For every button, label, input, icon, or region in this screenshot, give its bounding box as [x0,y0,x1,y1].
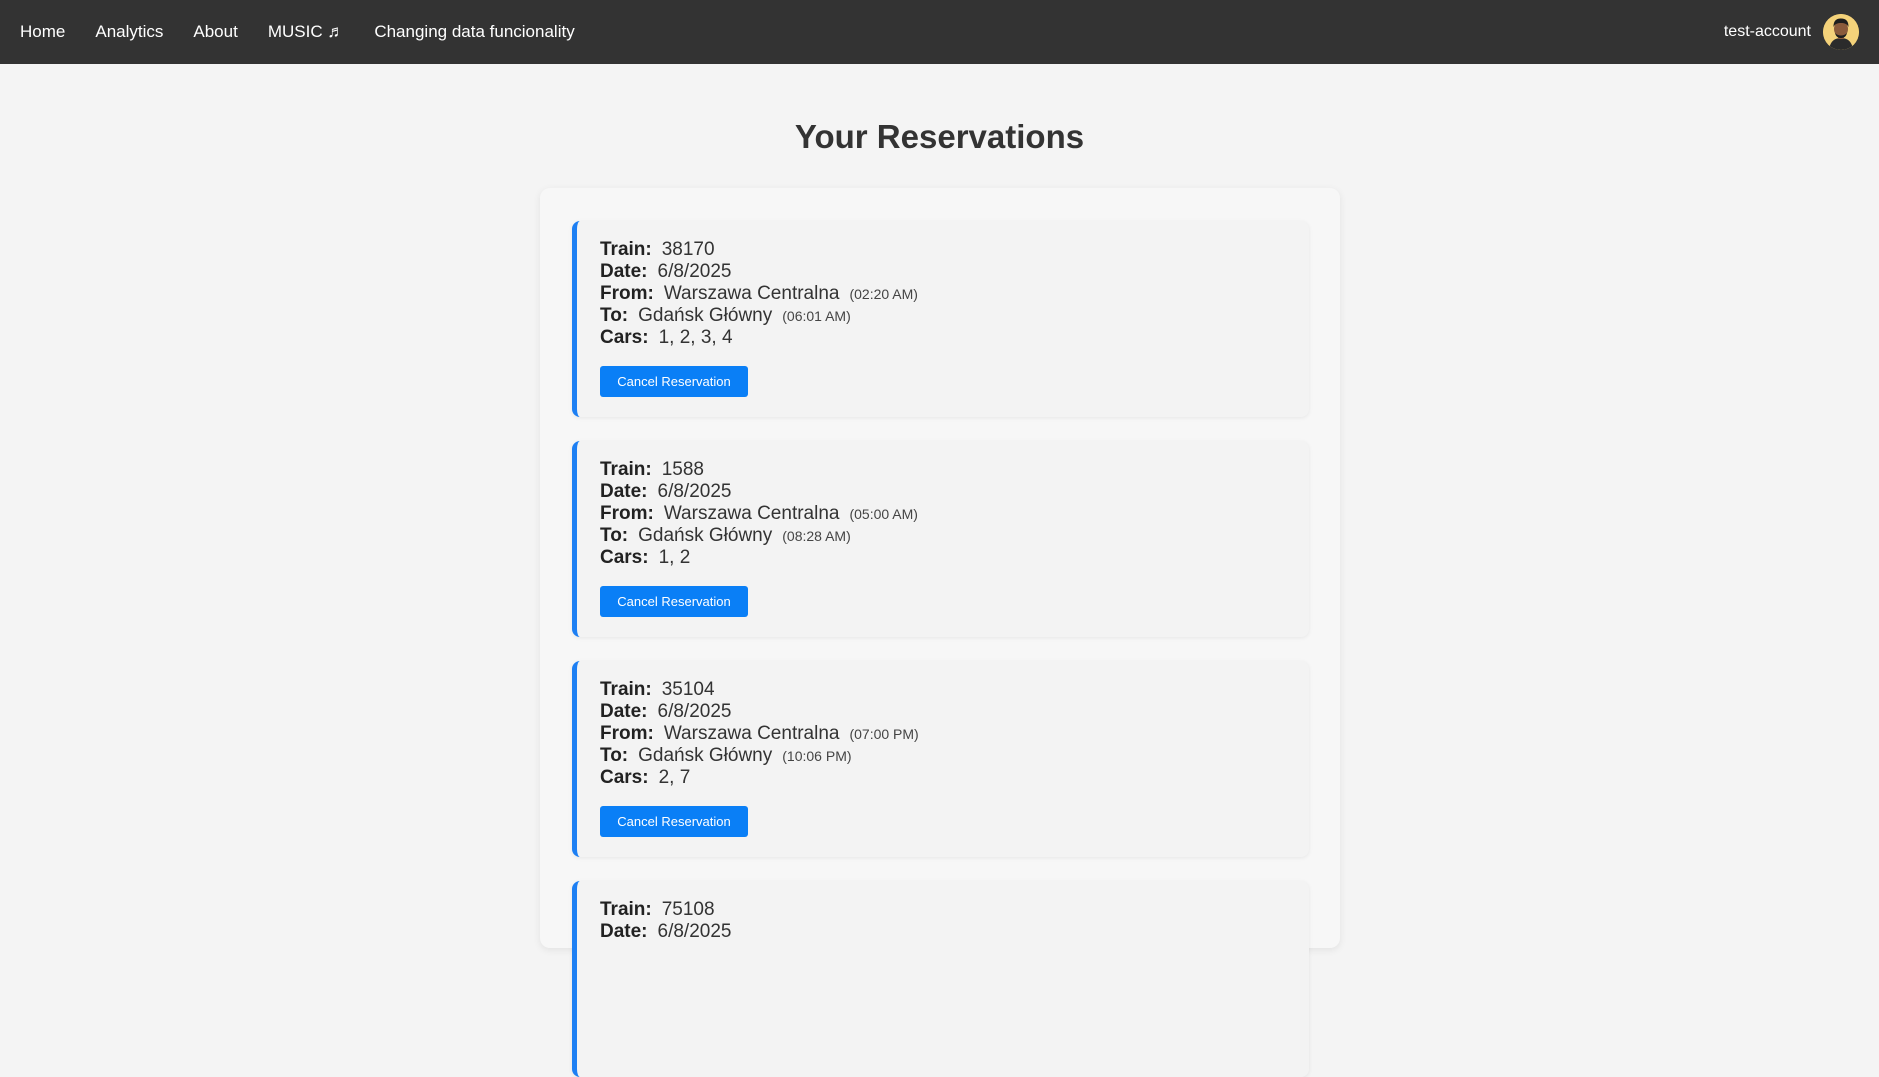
avatar-icon [1823,14,1859,50]
date-row: Date: 6/8/2025 [600,921,1287,943]
train-row: Train: 35104 [600,679,1287,701]
cancel-reservation-button[interactable]: Cancel Reservation [600,806,748,837]
cars-value: 2, 7 [658,767,691,788]
train-number: 75108 [661,899,715,920]
nav-link-music[interactable]: MUSIC ♬ [268,22,345,42]
to-label: To: [600,745,629,766]
date-label: Date: [600,481,648,502]
from-label: From: [600,283,654,304]
user-menu[interactable]: test-account [1724,14,1859,50]
train-label: Train: [600,239,652,260]
to-time: (10:06 PM) [782,748,852,764]
train-row: Train: 38170 [600,239,1287,261]
from-label: From: [600,503,654,524]
to-station: Gdańsk Główny [638,525,773,546]
to-station: Gdańsk Główny [638,745,773,766]
from-station: Warszawa Centralna [663,503,840,524]
date-row: Date: 6/8/2025 [600,481,1287,503]
avatar[interactable] [1823,14,1859,50]
to-time: (06:01 AM) [782,308,851,324]
to-station: Gdańsk Główny [638,305,773,326]
reservation-card: Train: 1588 Date: 6/8/2025 From: Warszawa C… [572,441,1309,637]
nav-link-analytics[interactable]: Analytics [95,22,163,42]
train-row: Train: 75108 [600,899,1287,921]
from-row: From: Warszawa Centralna (05:00 AM) [600,503,1287,525]
train-label: Train: [600,459,652,480]
reservation-card: Train: 38170 Date: 6/8/2025 From: Warszawa … [572,221,1309,417]
date-value: 6/8/2025 [657,481,732,502]
top-navbar: Home Analytics About MUSIC ♬ Changing da… [0,0,1879,64]
reservation-card: Train: 75108 Date: 6/8/2025 [572,881,1309,1077]
to-time: (08:28 AM) [782,528,851,544]
date-value: 6/8/2025 [657,701,732,722]
cars-row: Cars: 1, 2 [600,547,1287,569]
reservations-container: Train: 38170 Date: 6/8/2025 From: Warszawa … [540,188,1340,1077]
to-label: To: [600,305,629,326]
username-label[interactable]: test-account [1724,23,1811,41]
cars-label: Cars: [600,767,649,788]
date-label: Date: [600,701,648,722]
from-row: From: Warszawa Centralna (02:20 AM) [600,283,1287,305]
to-row: To: Gdańsk Główny (08:28 AM) [600,525,1287,547]
to-label: To: [600,525,629,546]
from-time: (05:00 AM) [849,506,918,522]
train-label: Train: [600,679,652,700]
from-station: Warszawa Centralna [663,283,840,304]
from-time: (02:20 AM) [849,286,918,302]
nav-link-home[interactable]: Home [20,22,65,42]
nav-links: Home Analytics About MUSIC ♬ Changing da… [20,22,605,42]
to-row: To: Gdańsk Główny (06:01 AM) [600,305,1287,327]
cancel-reservation-button[interactable]: Cancel Reservation [600,586,748,617]
date-label: Date: [600,261,648,282]
from-label: From: [600,723,654,744]
cancel-reservation-button[interactable]: Cancel Reservation [600,366,748,397]
date-row: Date: 6/8/2025 [600,261,1287,283]
cars-label: Cars: [600,327,649,348]
cars-row: Cars: 2, 7 [600,767,1287,789]
date-row: Date: 6/8/2025 [600,701,1287,723]
cars-value: 1, 2, 3, 4 [658,327,733,348]
to-row: To: Gdańsk Główny (10:06 PM) [600,745,1287,767]
train-label: Train: [600,899,652,920]
from-row: From: Warszawa Centralna (07:00 PM) [600,723,1287,745]
page-title: Your Reservations [794,118,1085,155]
train-number: 35104 [661,679,715,700]
train-row: Train: 1588 [600,459,1287,481]
train-number: 1588 [661,459,705,480]
train-number: 38170 [661,239,715,260]
date-value: 6/8/2025 [657,261,732,282]
cars-value: 1, 2 [658,547,691,568]
from-time: (07:00 PM) [849,726,919,742]
nav-link-about[interactable]: About [193,22,237,42]
cars-row: Cars: 1, 2, 3, 4 [600,327,1287,349]
nav-link-changing-data[interactable]: Changing data funcionality [374,22,574,42]
from-station: Warszawa Centralna [663,723,840,744]
cars-label: Cars: [600,547,649,568]
reservation-card: Train: 35104 Date: 6/8/2025 From: Warszawa … [572,661,1309,857]
